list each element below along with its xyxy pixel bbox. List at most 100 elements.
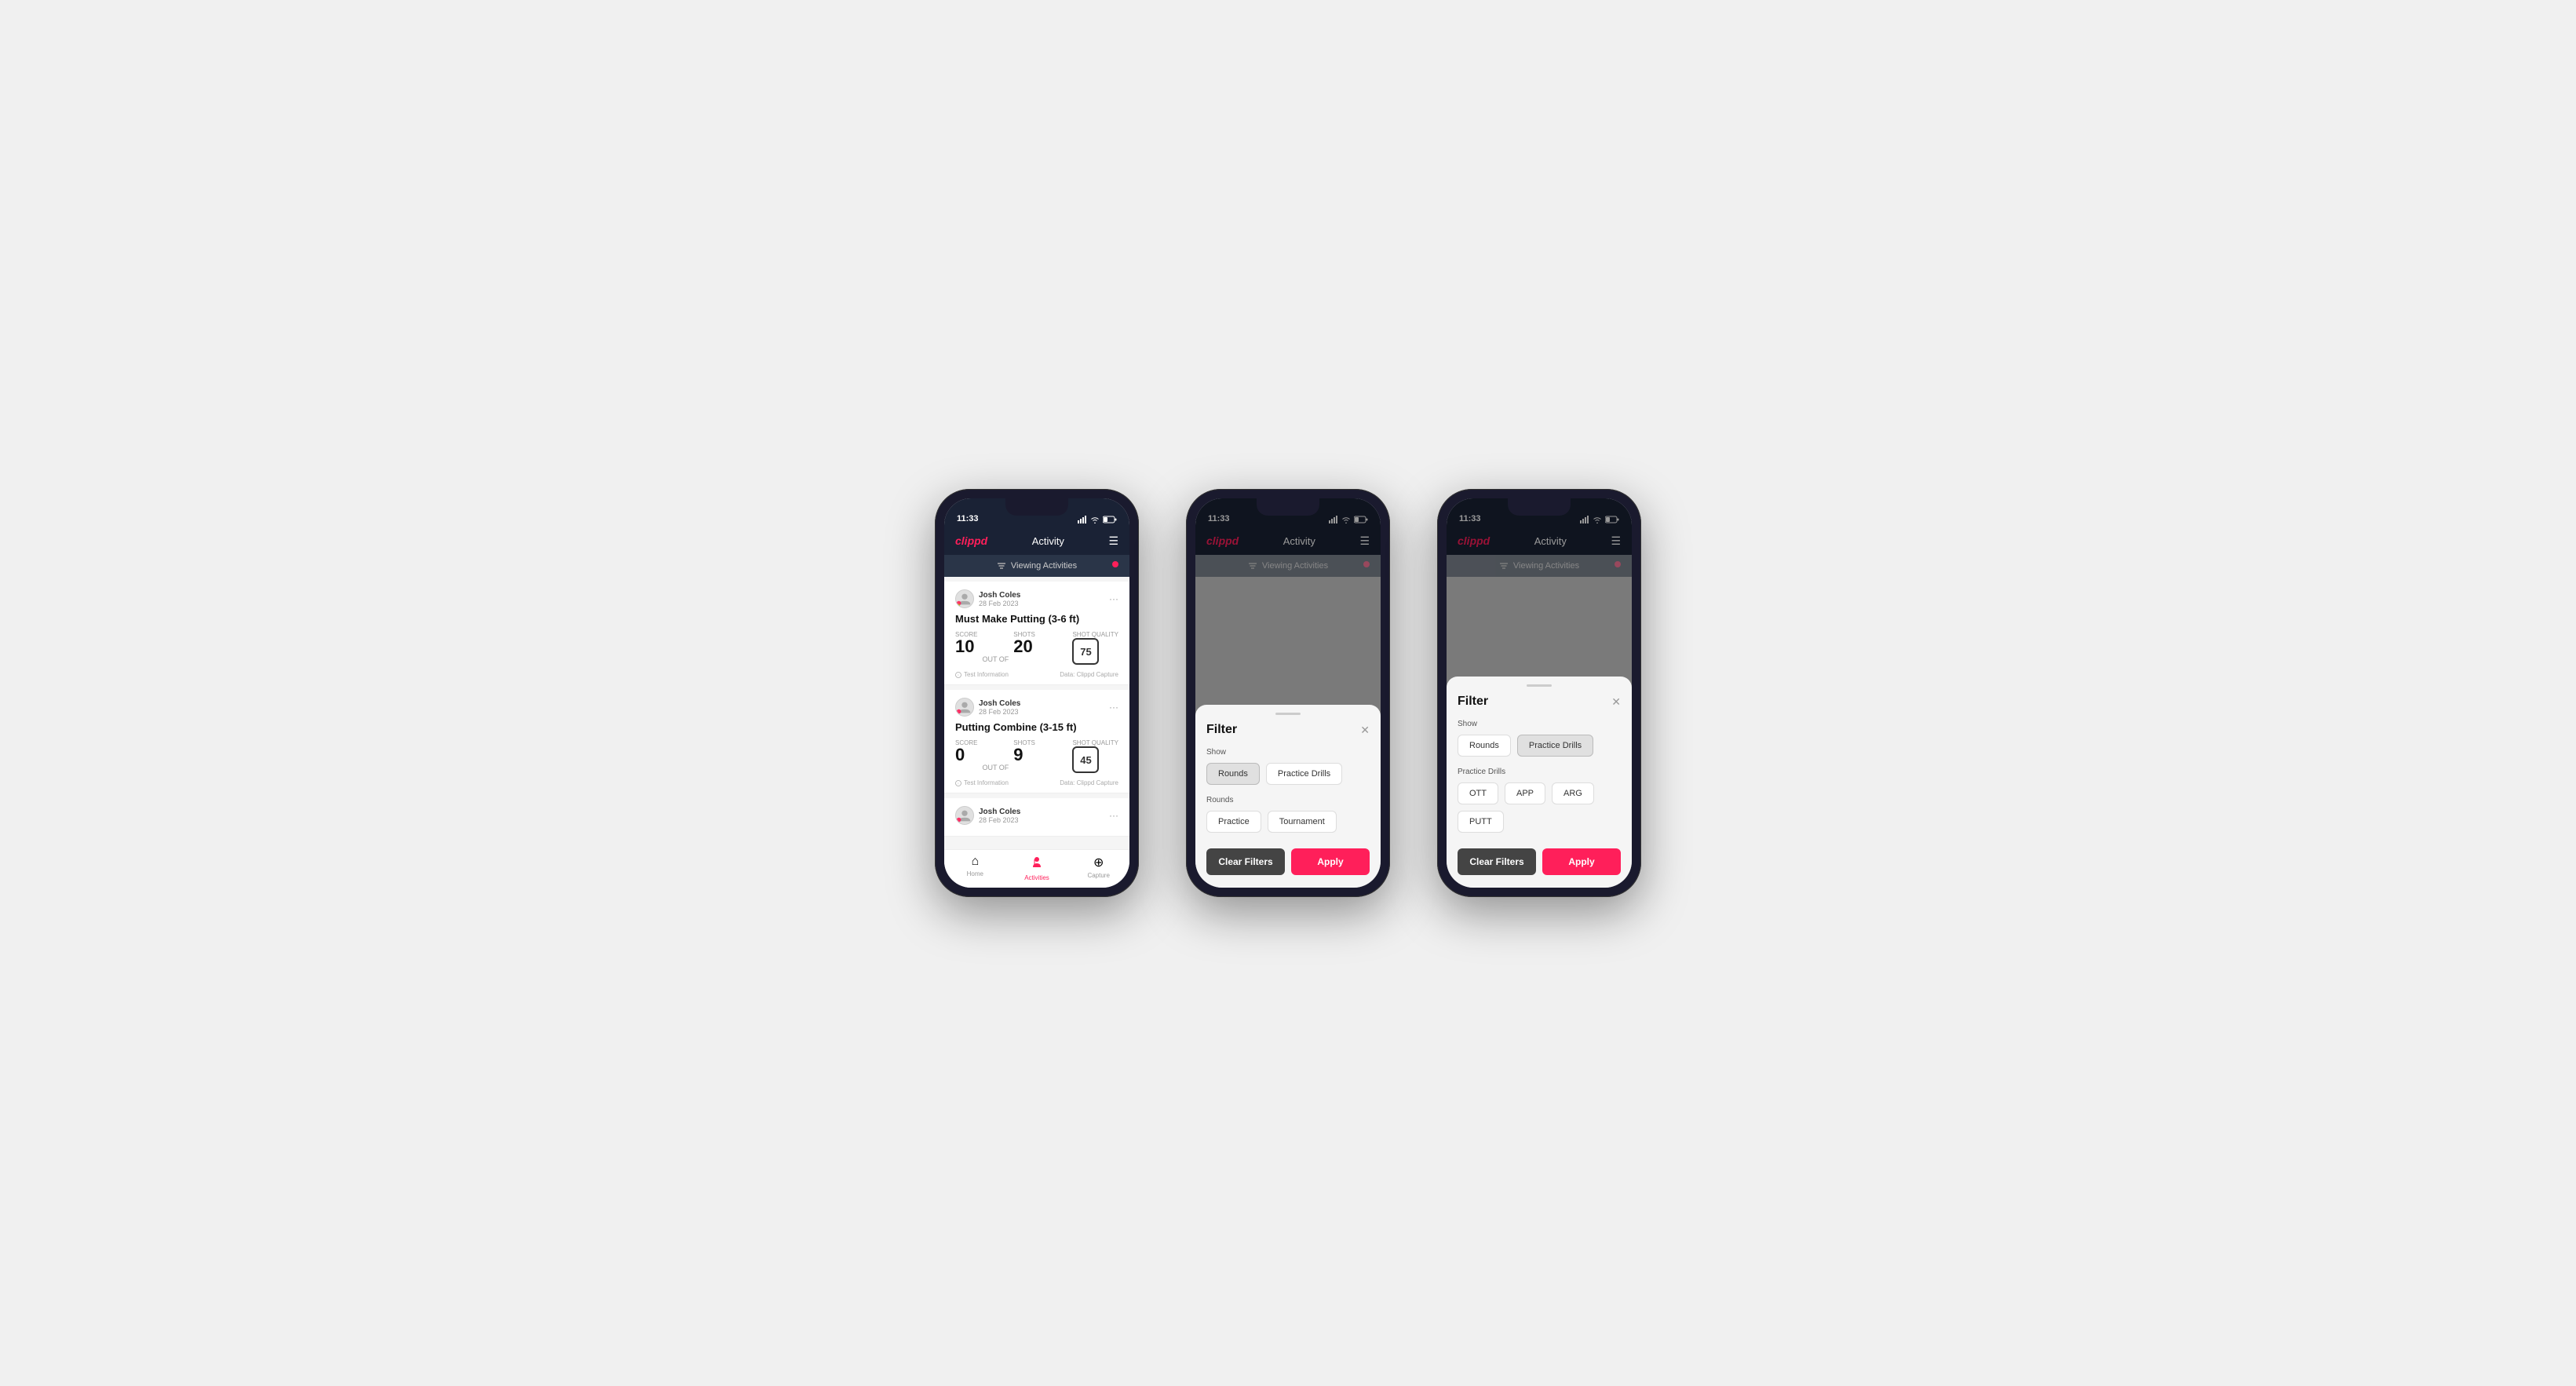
phones-container: 11:33 xyxy=(935,489,1641,897)
user-name-3: Josh Coles xyxy=(979,808,1020,816)
avatar-1: ⛳ xyxy=(955,589,974,608)
notification-dot xyxy=(1112,561,1118,567)
filter-actions-3: Clear Filters Apply xyxy=(1458,848,1621,875)
score-value-1: 10 xyxy=(955,638,977,655)
apply-btn-2[interactable]: Apply xyxy=(1291,848,1370,875)
nav-menu-icon[interactable]: ☰ xyxy=(1108,534,1118,548)
practice-drills-section-label-3: Practice Drills xyxy=(1458,768,1621,776)
stat-shots-2: Shots 9 xyxy=(1013,739,1035,764)
card-title-2: Putting Combine (3-15 ft) xyxy=(955,721,1118,733)
activity-list[interactable]: ⛳ Josh Coles 28 Feb 2023 ··· Must Make P… xyxy=(944,577,1129,849)
tab-capture-label: Capture xyxy=(1087,872,1109,879)
rounds-btn-3[interactable]: Rounds xyxy=(1458,735,1511,757)
tab-activities[interactable]: Activities xyxy=(1006,855,1068,881)
rounds-section-label-2: Rounds xyxy=(1206,796,1370,804)
card-footer-2: i Test Information Data: Clippd Capture xyxy=(955,779,1118,786)
user-info-3: Josh Coles 28 Feb 2023 xyxy=(979,808,1020,824)
card-header-1: ⛳ Josh Coles 28 Feb 2023 ··· xyxy=(955,589,1118,608)
show-buttons-3: Rounds Practice Drills xyxy=(1458,735,1621,757)
tab-activities-label: Activities xyxy=(1024,874,1049,881)
card-more-2[interactable]: ··· xyxy=(1109,702,1118,713)
svg-text:i: i xyxy=(958,781,959,785)
activities-svg xyxy=(1030,855,1044,869)
show-label-3: Show xyxy=(1458,720,1621,728)
filter-header-3: Filter ✕ xyxy=(1458,695,1621,709)
filter-title-2: Filter xyxy=(1206,723,1237,737)
card-more-1[interactable]: ··· xyxy=(1109,593,1118,604)
nav-title: Activity xyxy=(1032,535,1064,547)
putt-btn-3[interactable]: PUTT xyxy=(1458,811,1504,833)
avatar-image-1: ⛳ xyxy=(956,589,973,608)
out-of-2: OUT OF xyxy=(982,764,1009,771)
clear-filters-btn-3[interactable]: Clear Filters xyxy=(1458,848,1536,875)
phone-screen-3: 11:33 xyxy=(1447,498,1632,888)
practice-drills-btn-3[interactable]: Practice Drills xyxy=(1517,735,1593,757)
drill-buttons-3: OTT APP ARG PUTT xyxy=(1458,782,1621,833)
apply-btn-3[interactable]: Apply xyxy=(1542,848,1621,875)
info-text-1: Test Information xyxy=(964,671,1009,678)
info-icon-1: i xyxy=(955,672,961,678)
quality-badge-1: 75 xyxy=(1072,638,1099,665)
filter-modal-2: Filter ✕ Show Rounds Practice Drills Rou… xyxy=(1195,705,1381,888)
arg-btn-3[interactable]: ARG xyxy=(1552,782,1594,804)
user-date-3: 28 Feb 2023 xyxy=(979,816,1020,824)
filter-handle-3 xyxy=(1527,684,1552,687)
filter-close-2[interactable]: ✕ xyxy=(1360,724,1370,737)
tab-capture[interactable]: ⊕ Capture xyxy=(1067,855,1129,881)
info-text-2: Test Information xyxy=(964,779,1009,786)
card-user-1: ⛳ Josh Coles 28 Feb 2023 xyxy=(955,589,1020,608)
card-data-2: Data: Clippd Capture xyxy=(1060,779,1118,786)
out-of-1: OUT OF xyxy=(982,655,1009,663)
practice-drills-btn-2[interactable]: Practice Drills xyxy=(1266,763,1342,785)
status-time: 11:33 xyxy=(957,514,979,523)
nav-logo: clippd xyxy=(955,534,987,547)
avatar-image-2 xyxy=(956,698,973,717)
capture-icon: ⊕ xyxy=(1093,855,1104,870)
card-data-1: Data: Clippd Capture xyxy=(1060,671,1118,678)
card-footer-1: i Test Information Data: Clippd Capture xyxy=(955,671,1118,678)
quality-label-2: Shot Quality xyxy=(1072,739,1118,746)
tab-home-label: Home xyxy=(967,870,983,877)
svg-text:⛳: ⛳ xyxy=(957,602,961,606)
shots-value-1: 20 xyxy=(1013,638,1035,655)
avatar-3 xyxy=(955,806,974,825)
rounds-btn-2[interactable]: Rounds xyxy=(1206,763,1260,785)
filter-title-3: Filter xyxy=(1458,695,1488,709)
card-user-2: Josh Coles 28 Feb 2023 xyxy=(955,698,1020,717)
user-date-1: 28 Feb 2023 xyxy=(979,600,1020,607)
ott-btn-3[interactable]: OTT xyxy=(1458,782,1498,804)
viewing-text: Viewing Activities xyxy=(1011,561,1077,571)
phone-screen: 11:33 xyxy=(944,498,1129,888)
nav-bar: clippd Activity ☰ xyxy=(944,527,1129,555)
card-stats-2: Score 0 OUT OF Shots 9 Shot Quality 45 xyxy=(955,739,1118,773)
card-header-3: Josh Coles 28 Feb 2023 ··· xyxy=(955,806,1118,825)
show-buttons-2: Rounds Practice Drills xyxy=(1206,763,1370,785)
filter-close-3[interactable]: ✕ xyxy=(1611,695,1621,709)
user-info-1: Josh Coles 28 Feb 2023 xyxy=(979,591,1020,607)
filter-icon xyxy=(997,561,1006,571)
tab-home[interactable]: ⌂ Home xyxy=(944,855,1006,881)
filter-header-2: Filter ✕ xyxy=(1206,723,1370,737)
phone-notch-2 xyxy=(1257,498,1319,516)
practice-round-btn-2[interactable]: Practice xyxy=(1206,811,1261,833)
tournament-btn-2[interactable]: Tournament xyxy=(1268,811,1337,833)
status-icons xyxy=(1078,516,1117,523)
stat-shots-1: Shots 20 xyxy=(1013,631,1035,655)
phone-notch xyxy=(1005,498,1068,516)
stat-quality-2: Shot Quality 45 xyxy=(1072,739,1118,773)
quality-label-1: Shot Quality xyxy=(1072,631,1118,638)
app-btn-3[interactable]: APP xyxy=(1505,782,1545,804)
filter-handle-2 xyxy=(1275,713,1301,715)
phone-3: 11:33 xyxy=(1437,489,1641,897)
user-info-2: Josh Coles 28 Feb 2023 xyxy=(979,699,1020,716)
activity-card-2: Josh Coles 28 Feb 2023 ··· Putting Combi… xyxy=(944,690,1129,793)
viewing-bar-content: Viewing Activities xyxy=(997,561,1077,571)
clear-filters-btn-2[interactable]: Clear Filters xyxy=(1206,848,1285,875)
viewing-bar: Viewing Activities xyxy=(944,555,1129,577)
stat-score-1: Score 10 xyxy=(955,631,977,655)
card-more-3[interactable]: ··· xyxy=(1109,810,1118,821)
filter-modal-3: Filter ✕ Show Rounds Practice Drills Pra… xyxy=(1447,677,1632,888)
user-name-2: Josh Coles xyxy=(979,699,1020,708)
card-user-3: Josh Coles 28 Feb 2023 xyxy=(955,806,1020,825)
phone-screen-2: 11:33 xyxy=(1195,498,1381,888)
